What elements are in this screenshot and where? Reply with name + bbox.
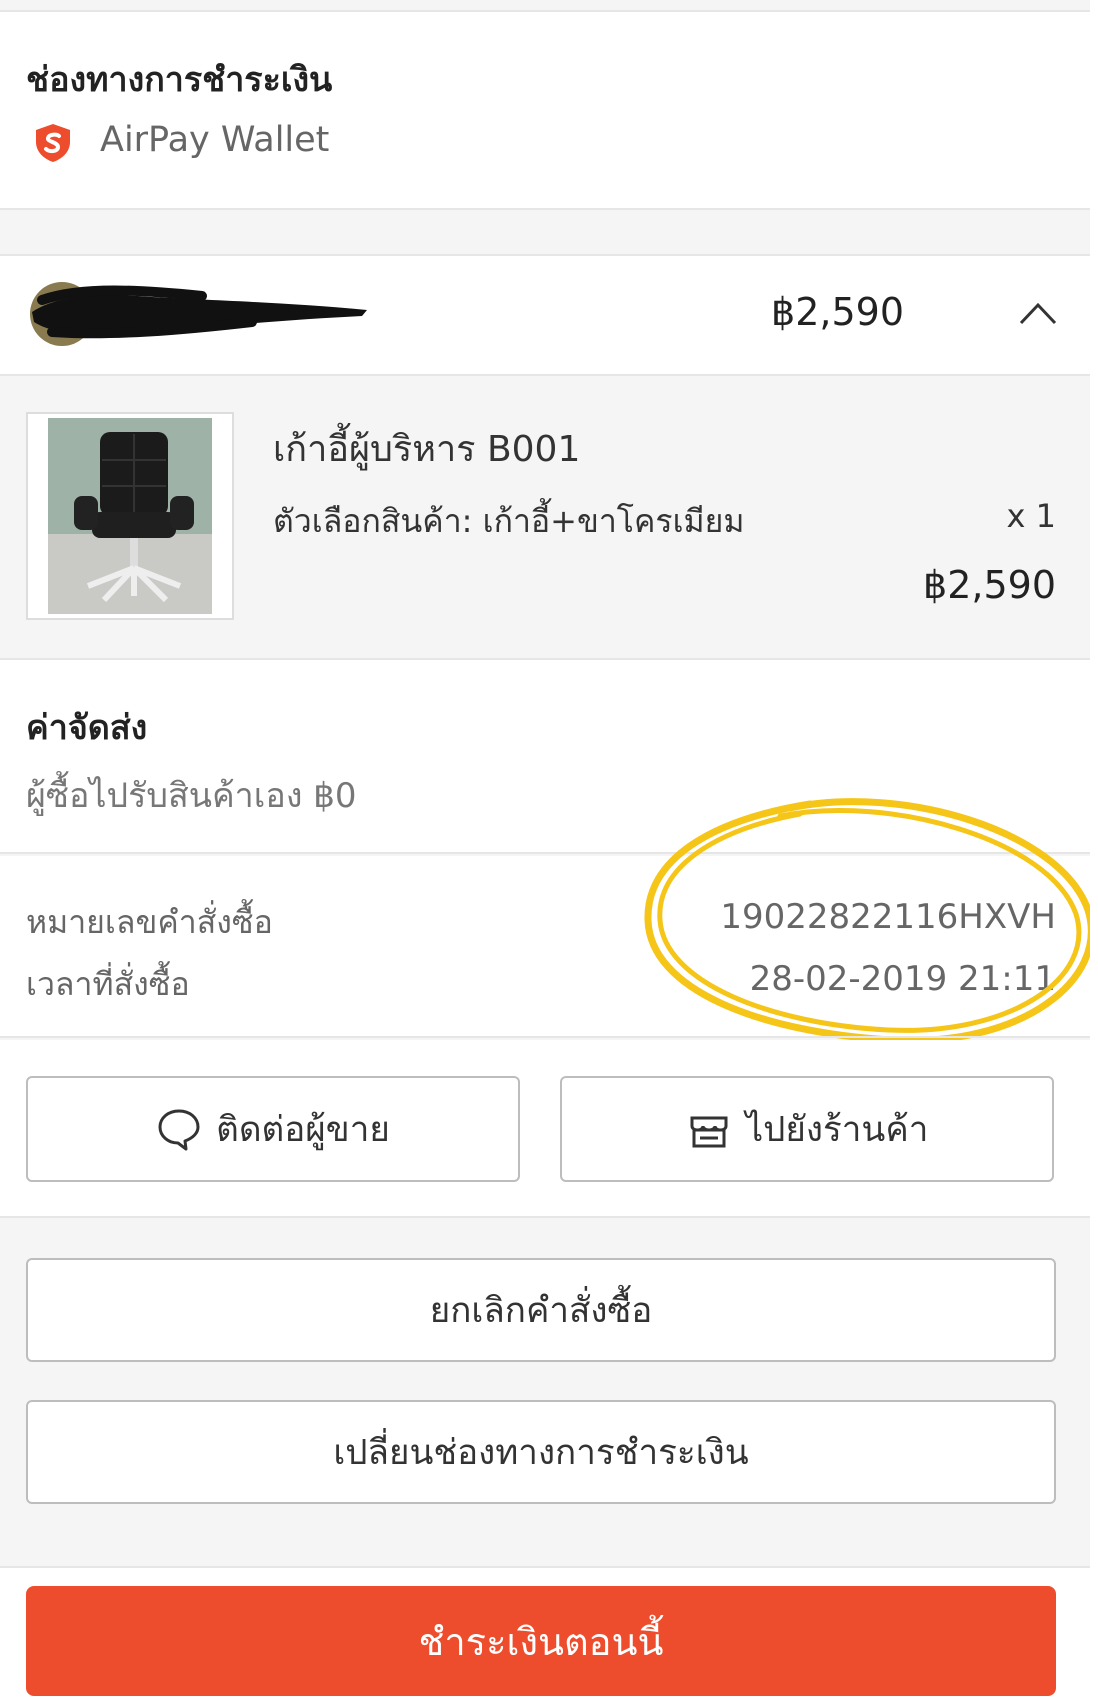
redacted-shop-name	[30, 282, 367, 346]
divider	[0, 852, 1090, 854]
pay-now-button[interactable]: ชำระเงินตอนนี้	[26, 1586, 1056, 1696]
shop-total-price: ฿2,590	[771, 290, 904, 334]
go-to-shop-button[interactable]: ไปยังร้านค้า	[560, 1076, 1054, 1182]
order-number-label: หมายเลขคำสั่งซื้อ	[26, 903, 273, 941]
order-number-value: 19022822116HXVH	[720, 897, 1056, 937]
office-chair-photo	[48, 418, 212, 614]
change-payment-method-button[interactable]: เปลี่ยนช่องทางการชำระเงิน	[26, 1400, 1056, 1504]
divider	[0, 208, 1090, 210]
chat-bubble-icon	[158, 1109, 200, 1151]
contact-seller-label: ติดต่อผู้ขาย	[216, 1109, 390, 1150]
payment-method-title: ช่องทางการชำระเงิน	[26, 60, 333, 100]
payment-method-name: AirPay Wallet	[100, 120, 330, 160]
airpay-shield-icon	[36, 124, 70, 162]
product-image[interactable]	[26, 412, 234, 620]
storefront-icon	[690, 1116, 728, 1148]
shipping-title: ค่าจัดส่ง	[26, 708, 148, 748]
product-quantity: x 1	[1006, 497, 1056, 535]
product-price: ฿2,590	[923, 563, 1056, 607]
order-detail-page: ช่องทางการชำระเงิน AirPay Wallet ฿2,590	[0, 0, 1095, 1699]
shipping-value: ผู้ซื้อไปรับสินค้าเอง ฿0	[26, 776, 357, 816]
chevron-up-icon[interactable]	[1018, 300, 1058, 326]
go-to-shop-label: ไปยังร้านค้า	[745, 1109, 929, 1150]
product-variant: ตัวเลือกสินค้า: เก้าอี้+ขาโครเมียม	[273, 502, 745, 540]
right-edge	[1090, 0, 1098, 1699]
contact-seller-button[interactable]: ติดต่อผู้ขาย	[26, 1076, 520, 1182]
payment-method-section	[0, 12, 1090, 208]
cancel-order-button[interactable]: ยกเลิกคำสั่งซื้อ	[26, 1258, 1056, 1362]
divider	[0, 1216, 1090, 1218]
product-name[interactable]: เก้าอี้ผู้บริหาร B001	[273, 420, 580, 477]
divider	[0, 1036, 1090, 1038]
shipping-section	[0, 660, 1090, 852]
order-time-value: 28-02-2019 21:11	[749, 959, 1056, 999]
order-time-label: เวลาที่สั่งซื้อ	[26, 965, 190, 1003]
